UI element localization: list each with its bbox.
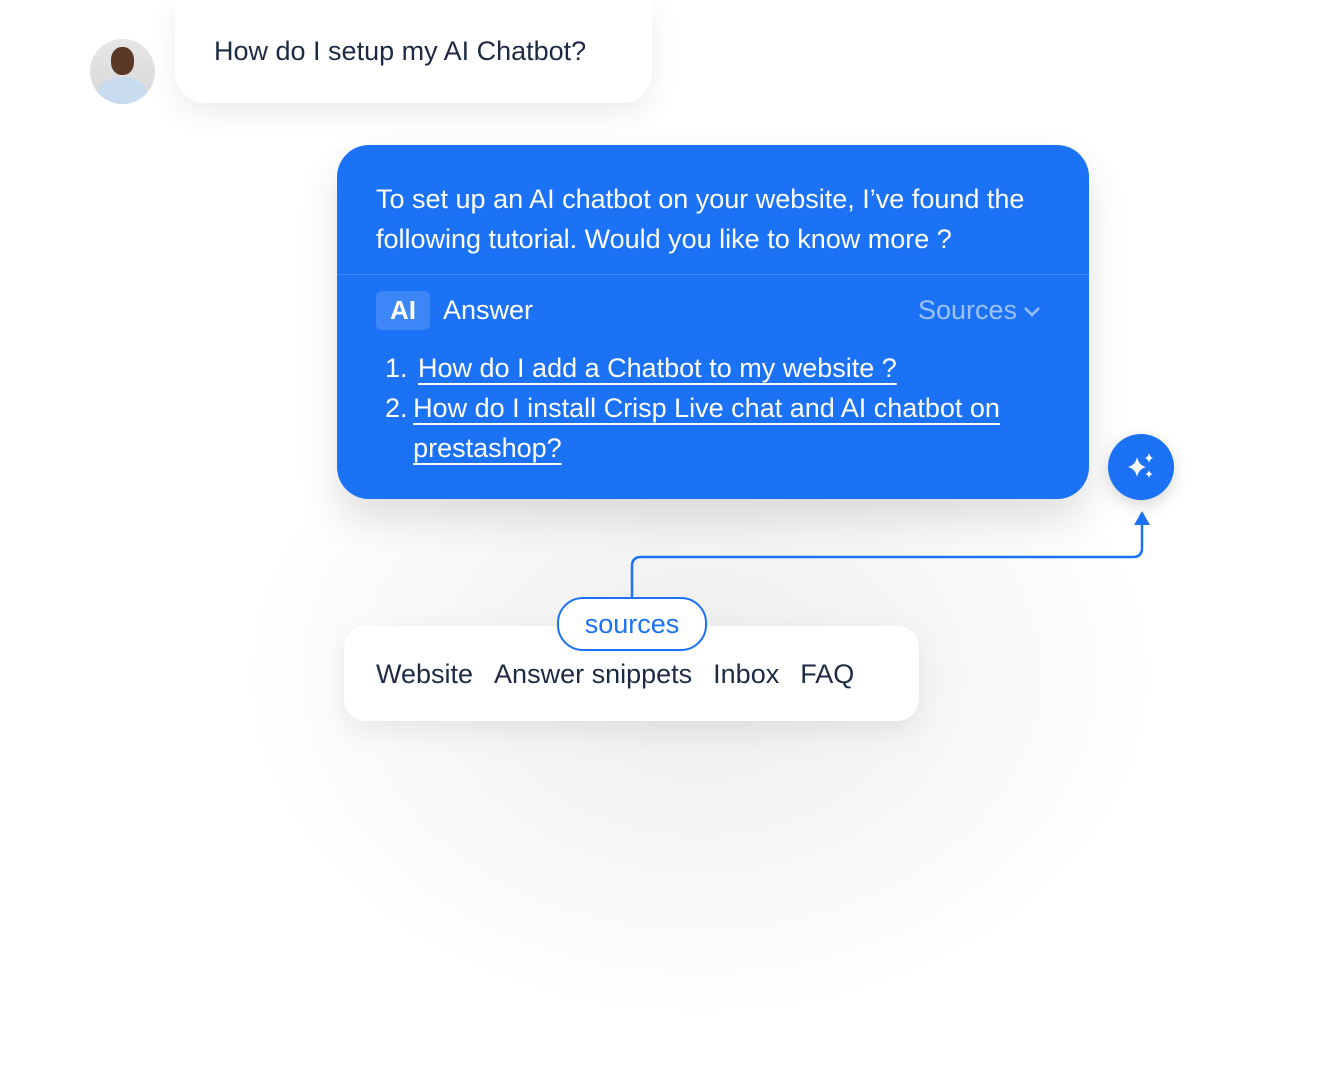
source-faq: FAQ bbox=[800, 659, 855, 689]
connector-arrow bbox=[630, 511, 1150, 598]
source-inbox: Inbox bbox=[713, 659, 780, 689]
sources-pill: sources bbox=[557, 597, 707, 651]
source-website: Website bbox=[376, 659, 474, 689]
source-answer-snippets: Answer snippets bbox=[494, 659, 693, 689]
